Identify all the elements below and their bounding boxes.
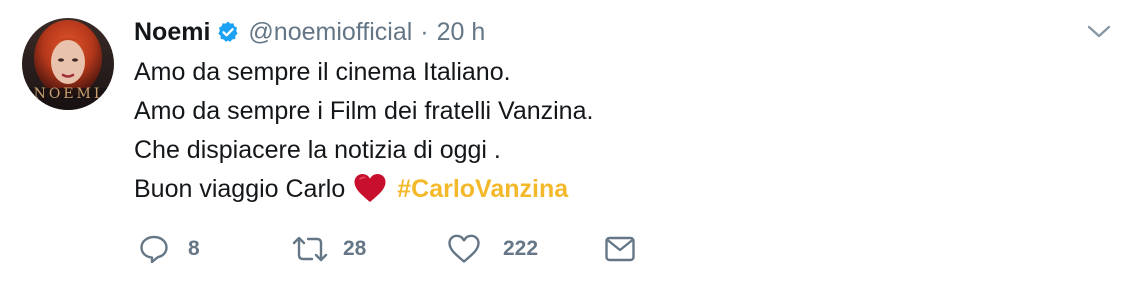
direct-message-icon [605,236,635,262]
tweet-text: Amo da sempre il cinema Italiano. Amo da… [134,53,593,209]
like-count: 222 [503,237,539,260]
tweet-actions: 8 28 222 [134,229,734,269]
avatar-label: NOEMI [34,86,103,102]
retweet-count: 28 [343,237,367,260]
like-button[interactable]: 222 [447,229,538,269]
tweet-line: Buon viaggio Carlo [134,175,346,203]
avatar[interactable]: NOEMI [22,18,114,110]
chevron-down-icon[interactable] [1086,21,1112,43]
tweet-last-line: Buon viaggio Carlo #CarloVanzina [134,170,593,209]
tweet-timestamp[interactable]: 20 h [437,18,486,47]
verified-badge-icon [216,20,240,44]
tweet-line: Amo da sempre il cinema Italiano. [134,58,511,86]
reply-button[interactable]: 8 [138,229,200,269]
tweet-line: Amo da sempre i Film dei fratelli Vanzin… [134,97,594,125]
retweet-button[interactable]: 28 [291,229,366,269]
header-separator: · [420,17,429,46]
avatar-image: NOEMI [22,18,114,110]
direct-message-button[interactable] [604,229,636,269]
tweet-header: Noemi @noemiofficial · 20 h [134,14,485,50]
red-heart-emoji-icon [353,173,387,203]
reply-icon [140,235,168,264]
like-icon [448,234,480,263]
hashtag-link[interactable]: #CarloVanzina [397,175,568,203]
tweet: NOEMI Noemi @noemiofficial · 20 h Amo da… [0,0,1134,281]
author-name[interactable]: Noemi [134,18,210,47]
author-handle[interactable]: @noemiofficial [248,18,412,47]
reply-count: 8 [188,237,200,260]
retweet-icon [292,236,328,262]
tweet-line: Che dispiacere la notizia di oggi . [134,136,501,164]
